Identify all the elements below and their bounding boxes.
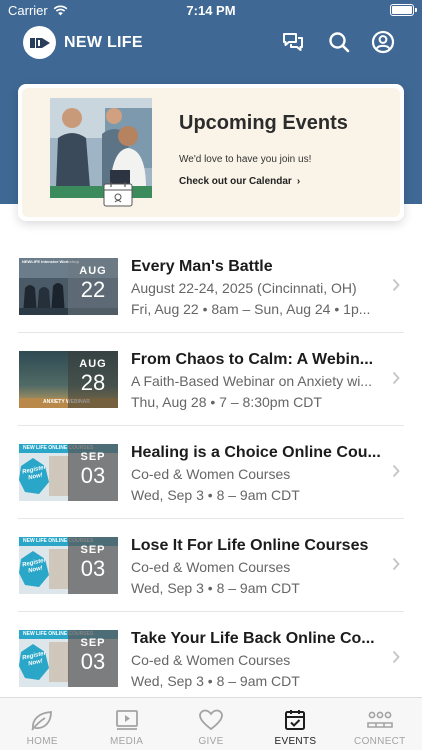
events-list: NEWLIFE Intensive Workshop AUG 22 Every …: [0, 240, 422, 705]
people-group-icon: [367, 711, 393, 728]
event-title: Lose It For Life Online Courses: [131, 537, 369, 554]
battery-icon: [390, 4, 417, 16]
app-title: NEW LIFE: [64, 34, 143, 51]
logo-mark-icon: [29, 37, 50, 48]
tab-label: GIVE: [198, 736, 224, 747]
event-day: 03: [80, 556, 106, 581]
tab-connect[interactable]: CONNECT: [338, 698, 422, 750]
event-subtitle: Co-ed & Women Courses: [131, 652, 291, 668]
event-time: Wed, Sep 3 • 8 – 9am CDT: [131, 487, 300, 503]
tab-events[interactable]: EVENTS: [253, 698, 337, 750]
calendar-check-icon: [285, 710, 306, 730]
event-time: Fri, Aug 22 • 8am – Sun, Aug 24 • 1p...: [131, 301, 371, 317]
event-subtitle: Co-ed & Women Courses: [131, 466, 291, 482]
event-thumbnail: ANXIETY WEBINAR AUG 28: [19, 351, 118, 408]
event-month: SEP: [80, 544, 106, 556]
upcoming-events-card[interactable]: Upcoming Events We'd love to have you jo…: [18, 84, 404, 221]
event-subtitle: Co-ed & Women Courses: [131, 559, 291, 575]
tab-media[interactable]: MEDIA: [84, 698, 168, 750]
event-time: Wed, Sep 3 • 8 – 9am CDT: [131, 580, 300, 596]
play-video-icon: [115, 710, 138, 730]
date-badge: SEP 03: [68, 537, 118, 594]
app-bar: NEW LIFE: [0, 24, 422, 64]
calendar-sketch-icon: [103, 182, 133, 207]
event-row[interactable]: NEW LIFE ONLINE COURSES Register Now! SE…: [0, 612, 422, 705]
leaf-icon: [31, 711, 53, 731]
event-title: Take Your Life Back Online Co...: [131, 630, 375, 647]
event-thumbnail: NEW LIFE ONLINE COURSES Register Now! SE…: [19, 444, 118, 501]
event-day: 03: [80, 649, 106, 674]
tab-label: EVENTS: [274, 736, 317, 747]
event-month: AUG: [79, 265, 107, 277]
profile-icon[interactable]: [371, 30, 395, 54]
date-badge: SEP 03: [68, 444, 118, 501]
event-day: 28: [80, 370, 106, 395]
event-subtitle: August 22-24, 2025 (Cincinnati, OH): [131, 280, 357, 296]
event-thumbnail: NEW LIFE ONLINE COURSES Register Now! SE…: [19, 537, 118, 594]
event-month: SEP: [80, 451, 106, 463]
event-row[interactable]: ANXIETY WEBINAR AUG 28 From Chaos to Cal…: [0, 333, 422, 426]
date-badge: AUG 28: [68, 351, 118, 408]
chat-icon[interactable]: [281, 30, 305, 54]
event-month: SEP: [80, 637, 106, 649]
tab-home[interactable]: HOME: [0, 698, 84, 750]
hero-title: Upcoming Events: [179, 112, 348, 134]
event-thumbnail: NEWLIFE Intensive Workshop AUG 22: [19, 258, 118, 315]
event-day: 03: [80, 463, 106, 488]
heart-icon: [199, 709, 223, 731]
hero-subtitle: We'd love to have you join us!: [179, 154, 312, 165]
event-day: 22: [80, 277, 106, 302]
event-thumbnail: NEW LIFE ONLINE COURSES Register Now! SE…: [19, 630, 118, 687]
calendar-link[interactable]: Check out our Calendar ›: [179, 176, 300, 187]
tab-label: MEDIA: [110, 736, 144, 747]
clock: 7:14 PM: [186, 3, 236, 18]
event-subtitle: A Faith-Based Webinar on Anxiety wi...: [131, 373, 372, 389]
event-title: From Chaos to Calm: A Webin...: [131, 351, 374, 368]
event-row[interactable]: NEW LIFE ONLINE COURSES Register Now! SE…: [0, 426, 422, 519]
chevron-right-icon: [392, 278, 400, 292]
chevron-right-icon: [392, 557, 400, 571]
date-badge: SEP 03: [68, 630, 118, 687]
chevron-right-icon: [392, 371, 400, 385]
event-row[interactable]: NEW LIFE ONLINE COURSES Register Now! SE…: [0, 519, 422, 612]
calendar-link-label: Check out our Calendar: [179, 176, 292, 187]
event-time: Wed, Sep 3 • 8 – 9am CDT: [131, 673, 300, 689]
app-screen: Carrier 7:14 PM NEW LIFE Upcoming Events…: [0, 0, 422, 750]
chevron-right-icon: [392, 464, 400, 478]
tab-bar: HOME MEDIA GIVE EVENTS CONNECT: [0, 697, 422, 750]
event-title: Healing is a Choice Online Cou...: [131, 444, 381, 461]
chevron-right-icon: [392, 650, 400, 664]
event-title: Every Man's Battle: [131, 258, 273, 275]
event-time: Thu, Aug 28 • 7 – 8:30pm CDT: [131, 394, 322, 410]
event-month: AUG: [79, 358, 107, 370]
search-icon[interactable]: [327, 30, 351, 54]
tab-give[interactable]: GIVE: [169, 698, 253, 750]
tab-label: CONNECT: [354, 736, 406, 747]
event-row[interactable]: NEWLIFE Intensive Workshop AUG 22 Every …: [0, 240, 422, 333]
status-bar: Carrier 7:14 PM: [0, 0, 422, 22]
date-badge: AUG 22: [68, 258, 118, 315]
tab-label: HOME: [26, 736, 58, 747]
chevron-right-icon: ›: [296, 176, 301, 187]
hero-card-inner: Upcoming Events We'd love to have you jo…: [22, 88, 400, 217]
new-life-logo[interactable]: [23, 26, 56, 59]
